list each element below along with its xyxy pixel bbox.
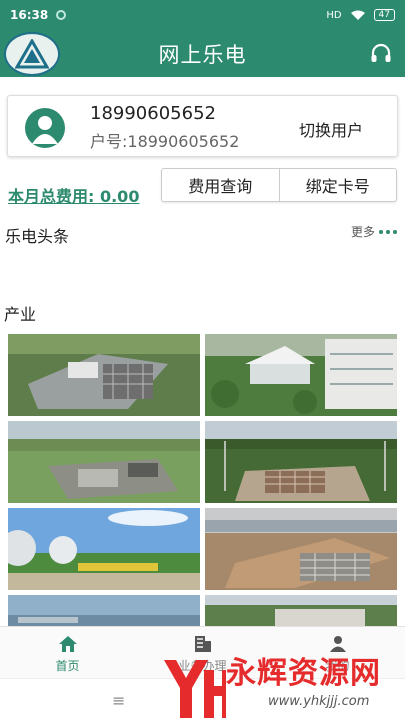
tab-home[interactable]: 首页 xyxy=(0,627,135,678)
page-title: 网上乐电 xyxy=(158,42,247,67)
watermark-url: www.yhkjjj.com xyxy=(268,694,370,709)
fee-query-button[interactable]: 费用查询 xyxy=(162,169,279,201)
industry-image-gas-tanks[interactable] xyxy=(8,508,200,590)
industry-image-rural-substation[interactable] xyxy=(8,421,200,503)
tab-home-label: 首页 xyxy=(55,659,80,673)
notification-icon xyxy=(56,10,67,20)
news-more-button[interactable]: 更多 xyxy=(351,223,397,240)
status-bar: 16:38 HD 47 xyxy=(0,0,405,30)
industry-image-office-building[interactable] xyxy=(205,334,397,416)
app-header: 网上乐电 xyxy=(0,30,405,77)
more-dots-icon xyxy=(379,229,397,234)
status-indicators: HD 47 xyxy=(326,9,395,21)
user-phone: 18990605652 xyxy=(90,103,216,124)
monthly-fee-link[interactable]: 本月总费用: 0.00 xyxy=(8,183,139,207)
signal-icon: HD xyxy=(326,9,342,21)
menu-icon[interactable]: ≡ xyxy=(112,691,125,710)
avatar xyxy=(25,108,65,148)
industry-image-power-plant-2[interactable] xyxy=(205,595,397,626)
industry-section-title: 产业 xyxy=(4,305,37,324)
status-time: 16:38 xyxy=(10,8,49,22)
fee-button-group: 费用查询 绑定卡号 xyxy=(161,168,397,202)
home-icon xyxy=(58,636,77,652)
news-section-title: 乐电头条 xyxy=(5,227,70,246)
watermark: 永辉资源网 www.yhkjjj.com xyxy=(160,640,405,720)
watermark-logo xyxy=(164,660,226,718)
bind-card-button[interactable]: 绑定卡号 xyxy=(278,169,397,201)
headset-icon[interactable] xyxy=(369,42,393,66)
industry-image-city-river-1[interactable] xyxy=(8,595,200,626)
industry-image-river-substation[interactable] xyxy=(205,508,397,590)
user-card: 18990605652 户号:18990605652 切换用户 xyxy=(7,95,398,157)
fee-row: 本月总费用: 0.00 费用查询 绑定卡号 xyxy=(0,166,405,206)
switch-user-button[interactable]: 切换用户 xyxy=(299,117,363,141)
company-logo-icon xyxy=(4,32,60,76)
wifi-icon xyxy=(350,10,365,20)
battery-icon: 47 xyxy=(373,9,395,21)
industry-image-grid xyxy=(8,334,397,626)
account-number: 户号:18990605652 xyxy=(90,132,240,151)
industry-image-substation-aerial[interactable] xyxy=(8,334,200,416)
industry-image-forest-substation[interactable] xyxy=(205,421,397,503)
more-label: 更多 xyxy=(350,225,375,239)
watermark-text: 永辉资源网 xyxy=(226,656,381,691)
